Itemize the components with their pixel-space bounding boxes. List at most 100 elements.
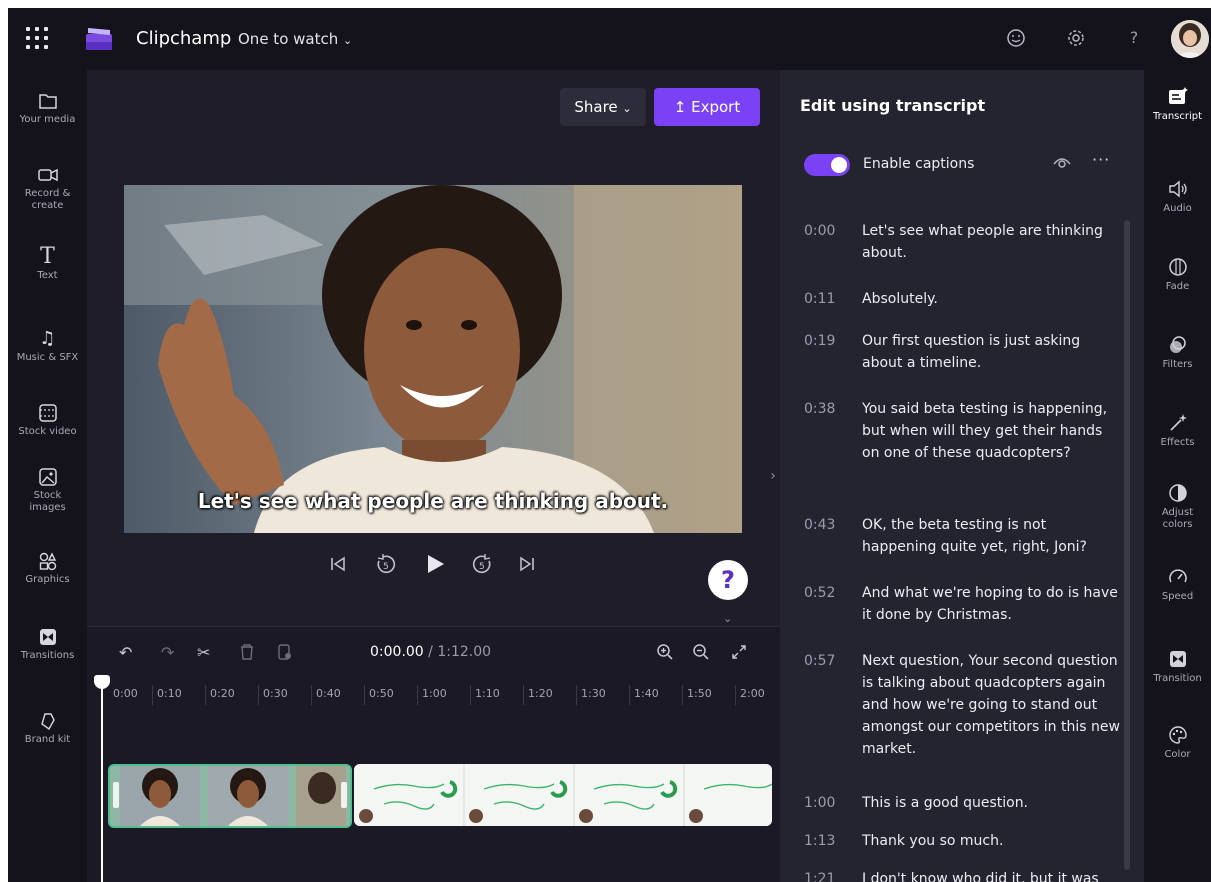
fade-icon	[1167, 256, 1189, 278]
nav-stock-images[interactable]: Stock images	[8, 466, 87, 514]
timecode: 0:00.00 / 1:12.00	[370, 644, 491, 660]
playhead-handle[interactable]	[94, 675, 110, 689]
transcript-text[interactable]: This is a good question.	[862, 792, 1124, 814]
upload-icon: ↥	[673, 98, 687, 116]
fit-timeline-icon[interactable]	[730, 643, 748, 661]
transcript-text[interactable]: OK, the beta testing is not happening qu…	[862, 514, 1124, 558]
transcript-timestamp: 0:00	[804, 223, 836, 239]
transcript-timestamp: 0:11	[804, 291, 836, 307]
nav-label: Graphics	[25, 574, 70, 585]
skip-to-start-icon[interactable]	[329, 555, 347, 573]
skip-to-end-icon[interactable]	[518, 555, 536, 573]
transcript-text[interactable]: And what we're hoping to do is have it d…	[862, 582, 1124, 626]
tool-label: Speed	[1161, 591, 1194, 602]
project-name-dropdown[interactable]: One to watch ⌄	[238, 30, 352, 48]
caption-overlay: Let's see what people are thinking about…	[197, 489, 669, 513]
nav-text[interactable]: T Text	[8, 246, 87, 282]
chevron-down-icon[interactable]: ⌄	[723, 612, 732, 625]
nav-label: Stock video	[18, 426, 77, 437]
nav-label: Transitions	[20, 650, 75, 661]
nav-transitions[interactable]: Transitions	[8, 626, 87, 662]
timeline: ↶ ↷ ✂ 0:00.00 / 1:12.00 0:00 0:10 0:20 0…	[87, 626, 780, 882]
transcript-timestamp: 0:38	[804, 401, 836, 417]
tool-color[interactable]: Color	[1144, 724, 1211, 761]
nav-label: Music & SFX	[16, 352, 79, 363]
transcript-text[interactable]: Thank you so much.	[862, 830, 1124, 852]
tool-adjust-colors[interactable]: Adjust colors	[1144, 482, 1211, 531]
delete-icon[interactable]	[239, 643, 255, 661]
video-preview[interactable]: Let's see what people are thinking about…	[124, 185, 742, 533]
tool-label: Color	[1164, 749, 1191, 760]
chevron-down-icon: ⌄	[343, 34, 353, 47]
transcript-text[interactable]: You said beta testing is happening, but …	[862, 398, 1124, 464]
tool-effects[interactable]: Effects	[1144, 412, 1211, 449]
tool-label: Effects	[1160, 437, 1195, 448]
nav-label: Stock images	[29, 490, 66, 513]
clipchamp-window: Clipchamp One to watch ⌄ ? Your media Re…	[8, 8, 1211, 882]
ruler-tick	[311, 685, 312, 705]
tool-transition[interactable]: Transition	[1144, 648, 1211, 685]
nav-your-media[interactable]: Your media	[8, 90, 87, 126]
duplicate-icon[interactable]	[277, 643, 293, 661]
zoom-out-icon[interactable]	[692, 643, 710, 661]
transcript-text[interactable]: Absolutely.	[862, 288, 1124, 310]
transcript-text[interactable]: Next question, Your second question is t…	[862, 650, 1124, 760]
ruler-tick	[152, 685, 153, 705]
forward-5s-icon[interactable]: 5	[470, 552, 494, 576]
screen-recording-clip[interactable]	[354, 764, 772, 826]
undo-icon[interactable]: ↶	[119, 643, 132, 662]
tool-fade[interactable]: Fade	[1144, 256, 1211, 293]
nav-brand-kit[interactable]: Brand kit	[8, 710, 87, 746]
share-label: Share	[574, 98, 618, 116]
tool-filters[interactable]: Filters	[1144, 334, 1211, 371]
help-question-icon[interactable]: ?	[1124, 28, 1144, 48]
palette-icon	[1167, 724, 1189, 746]
tool-transcript[interactable]: Transcript	[1144, 86, 1211, 123]
transcript-text[interactable]: Our first question is just asking about …	[862, 330, 1124, 374]
more-options-icon[interactable]: ···	[1092, 150, 1110, 169]
help-button[interactable]: ?	[708, 560, 748, 600]
tool-speed[interactable]: Speed	[1144, 566, 1211, 603]
video-frame-image	[124, 185, 742, 533]
tool-audio[interactable]: Audio	[1144, 178, 1211, 215]
enable-captions-toggle[interactable]	[804, 154, 850, 176]
share-button[interactable]: Share ⌄	[560, 88, 646, 126]
transcript-text[interactable]: I don't know who did it, but it was	[862, 868, 1124, 882]
play-button[interactable]	[424, 553, 446, 575]
transition-icon	[37, 626, 59, 648]
properties-toolbar: Transcript Audio Fade Filters Effects Ad…	[1144, 70, 1211, 882]
nav-music-sfx[interactable]: ♫ Music & SFX	[8, 328, 87, 364]
transcript-scrollbar[interactable]	[1124, 220, 1130, 870]
zoom-in-icon[interactable]	[656, 643, 674, 661]
film-icon	[37, 402, 59, 424]
svg-text:5: 5	[479, 562, 485, 572]
playhead[interactable]	[101, 677, 103, 882]
redo-icon[interactable]: ↷	[161, 643, 174, 662]
magic-wand-icon	[1167, 412, 1189, 434]
chevron-down-icon: ⌄	[622, 102, 632, 115]
user-avatar[interactable]	[1171, 20, 1209, 58]
text-icon: T	[40, 244, 55, 269]
clipchamp-logo-icon	[86, 28, 112, 50]
nav-record-create[interactable]: Record & create	[8, 164, 87, 212]
feedback-smiley-icon[interactable]	[1006, 28, 1026, 48]
collapse-panel-icon[interactable]: ›	[765, 456, 781, 496]
transcript-panel: Edit using transcript Enable captions ··…	[780, 70, 1144, 882]
tool-label: Filters	[1162, 359, 1193, 370]
eye-icon[interactable]	[1052, 154, 1072, 170]
nav-graphics[interactable]: Graphics	[8, 550, 87, 586]
transcript-icon	[1167, 86, 1189, 108]
svg-text:5: 5	[383, 562, 389, 572]
scissors-icon[interactable]: ✂	[197, 643, 210, 662]
ruler-tick	[205, 685, 206, 705]
rewind-5s-icon[interactable]: 5	[374, 552, 398, 576]
ruler-label: 2:00	[740, 687, 765, 700]
settings-gear-icon[interactable]	[1066, 28, 1086, 48]
nav-stock-video[interactable]: Stock video	[8, 402, 87, 438]
app-launcher-icon[interactable]	[26, 27, 48, 49]
transcript-entry[interactable]: 1:21 I don't know who did it, but it was	[804, 868, 1124, 882]
transcript-text[interactable]: Let's see what people are thinking about…	[862, 220, 1124, 264]
ruler-label: 0:40	[316, 687, 341, 700]
video-clip[interactable]	[108, 764, 352, 828]
export-button[interactable]: ↥ Export	[654, 88, 760, 126]
